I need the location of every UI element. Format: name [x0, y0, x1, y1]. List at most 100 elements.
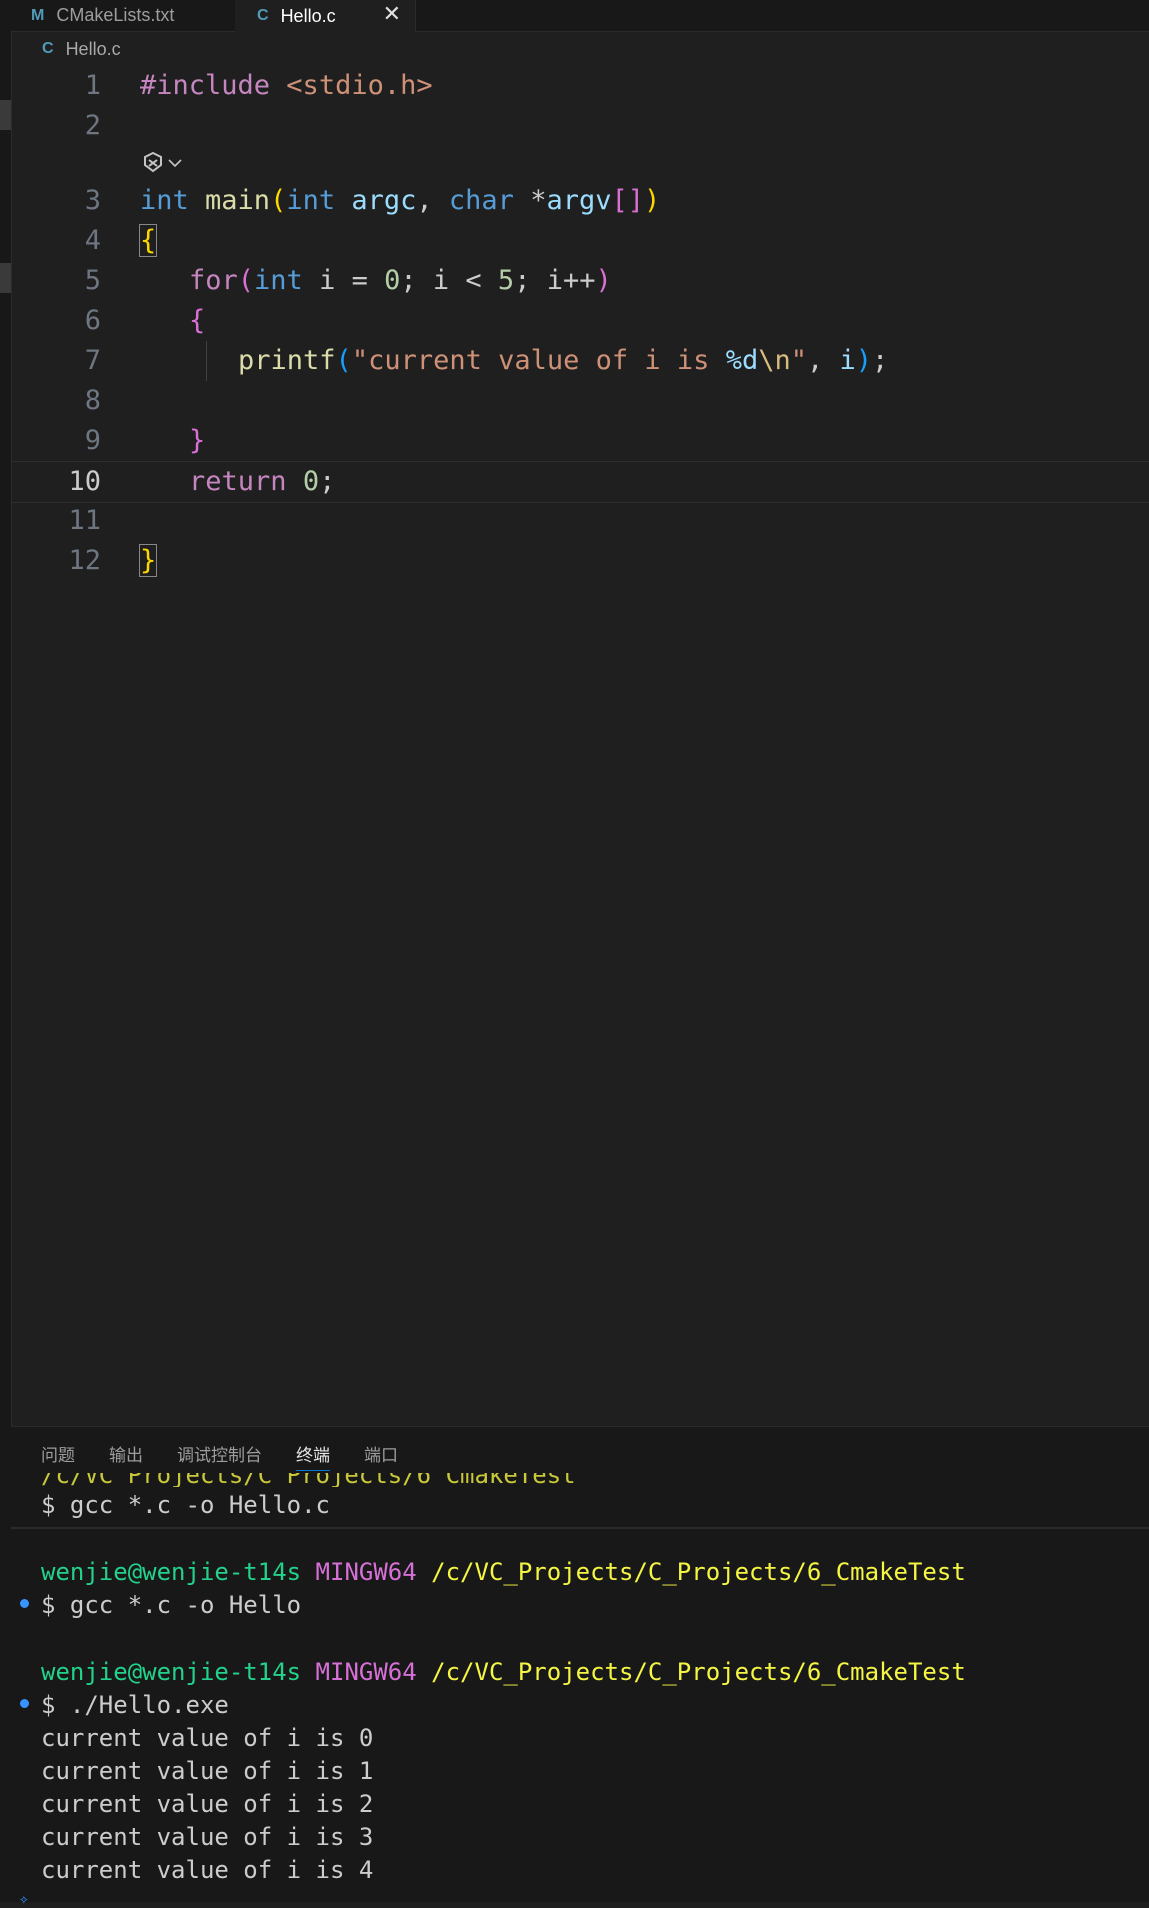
bracket: }: [189, 425, 206, 456]
strip-marker: [0, 263, 11, 293]
terminal-prompt: wenjie@wenjie-t14s MINGW64 /c/VC_Project…: [41, 1556, 966, 1589]
terminal-sticky-command: $ gcc *.c -o Hello.c: [41, 1491, 330, 1519]
terminal-prompt: wenjie@wenjie-t14s MINGW64 /c/VC_Project…: [41, 1656, 966, 1689]
prompt-env: MINGW64: [315, 1558, 417, 1586]
keyword: for: [189, 265, 238, 296]
terminal-scrolled-line: /c/VC_Projects/C_Projects/6_CmakeTest: [41, 1473, 576, 1487]
command-status-dot[interactable]: [20, 1599, 29, 1608]
code-line: 5 for(int i = 0; i < 5; i++): [11, 261, 1149, 301]
function-name: printf: [238, 345, 336, 376]
bracket: {: [138, 224, 158, 257]
tab-label: CMakeLists.txt: [56, 5, 175, 25]
tab-hello-c[interactable]: C Hello.c ✕: [235, 0, 416, 32]
terminal-output-line: current value of i is 2: [41, 1790, 374, 1818]
code-line: 8: [11, 381, 1149, 421]
breadcrumb-file[interactable]: Hello.c: [66, 39, 121, 60]
terminal-command: $ ./Hello.exe: [41, 1691, 229, 1719]
function-name: main: [188, 185, 271, 216]
string: ": [790, 345, 807, 376]
punctuation: ,: [416, 185, 449, 216]
line-number: 1: [84, 70, 101, 101]
keyword: int: [254, 265, 303, 296]
editor-tab-bar: M CMakeLists.txt C Hello.c ✕: [11, 0, 1149, 32]
tab-label: Hello.c: [280, 5, 336, 26]
sparkle-icon[interactable]: ✧: [19, 1889, 29, 1908]
punctuation: ,: [806, 345, 840, 376]
cmake-file-icon: M: [31, 6, 45, 24]
breadcrumb[interactable]: C Hello.c: [42, 36, 121, 62]
code-line: 3 int main(int argc, char *argv[]): [11, 181, 1149, 221]
terminal-command: $ gcc *.c -o Hello: [41, 1591, 302, 1619]
line-number: 7: [84, 345, 101, 376]
prompt-path: /c/VC_Projects/C_Projects/6_CmakeTest: [431, 1558, 966, 1586]
parameter: argc: [335, 185, 417, 216]
format-specifier: %d: [725, 345, 759, 376]
variable: i: [839, 345, 856, 376]
bracket: {: [189, 305, 206, 336]
terminal-output-line: current value of i is 1: [41, 1757, 374, 1785]
c-file-icon: C: [42, 40, 54, 57]
keyword: char: [448, 185, 514, 216]
bracket: (: [237, 265, 255, 296]
keyword: int: [286, 185, 336, 216]
number: 0: [302, 466, 320, 497]
bracket: ): [644, 185, 661, 216]
terminal[interactable]: /c/VC_Projects/C_Projects/6_CmakeTest $ …: [11, 1469, 1149, 1908]
keyword: int: [140, 185, 189, 216]
code-text: ; i <: [400, 265, 498, 296]
number: 5: [497, 265, 515, 296]
tab-debug-console[interactable]: 调试控制台: [177, 1441, 262, 1471]
close-icon[interactable]: ✕: [383, 1, 401, 27]
strip-marker: [0, 100, 11, 130]
prompt-env: MINGW64: [315, 1658, 417, 1686]
line-number: 6: [84, 305, 101, 336]
punctuation: ;: [872, 345, 889, 376]
line-number: 2: [84, 110, 101, 141]
tab-terminal[interactable]: 终端: [296, 1441, 330, 1471]
line-number: 5: [84, 265, 101, 296]
line-number: 11: [68, 505, 101, 536]
bracket: []: [611, 185, 644, 216]
code-editor[interactable]: 1 #include <stdio.h> 2 3 int main(int ar…: [11, 66, 1149, 1426]
string: "current value of i is: [351, 345, 726, 376]
terminal-output-line: current value of i is 3: [41, 1823, 374, 1851]
parameter: argv: [546, 185, 612, 216]
tab-cmakelists[interactable]: M CMakeLists.txt: [31, 0, 235, 31]
bracket: (: [335, 345, 352, 376]
line-number: 4: [84, 225, 101, 256]
copilot-icon: [144, 151, 162, 173]
tab-ports[interactable]: 端口: [364, 1441, 398, 1471]
copilot-codelens[interactable]: [140, 148, 184, 178]
line-number: 10: [68, 466, 101, 497]
punctuation: ;: [319, 466, 336, 497]
code-text: i =: [302, 265, 385, 296]
line-number: 8: [84, 385, 101, 416]
command-status-dot[interactable]: [20, 1699, 29, 1708]
bracket: ): [595, 265, 612, 296]
tab-output[interactable]: 输出: [109, 1441, 143, 1471]
tab-problems[interactable]: 问题: [41, 1441, 75, 1471]
bracket: (: [270, 185, 287, 216]
bracket: }: [138, 544, 158, 577]
code-line: 6 {: [11, 301, 1149, 341]
code-text: ; i++: [514, 265, 596, 296]
code-line: 12 }: [11, 541, 1149, 581]
line-number: 12: [68, 545, 101, 576]
keyword: return: [189, 466, 287, 497]
code-line: 9 }: [11, 421, 1149, 461]
preprocessor-directive: #include: [140, 70, 271, 101]
code-line: 11: [11, 501, 1149, 541]
sticky-separator: [11, 1527, 1149, 1529]
prompt-user: wenjie@wenjie-t14s: [41, 1558, 302, 1586]
line-number: 3: [84, 185, 101, 216]
code-line-current: 10 return 0;: [11, 461, 1149, 503]
prompt-path: /c/VC_Projects/C_Projects/6_CmakeTest: [431, 1658, 966, 1686]
chevron-down-icon[interactable]: [166, 154, 184, 172]
terminal-output-line: current value of i is 4: [41, 1856, 374, 1884]
prompt-user: wenjie@wenjie-t14s: [41, 1658, 302, 1686]
escape-sequence: \n: [758, 345, 791, 376]
panel-tabs: 问题 输出 调试控制台 终端 端口: [41, 1441, 432, 1471]
line-number: 9: [84, 425, 101, 456]
code-line: 1 #include <stdio.h>: [11, 66, 1149, 106]
